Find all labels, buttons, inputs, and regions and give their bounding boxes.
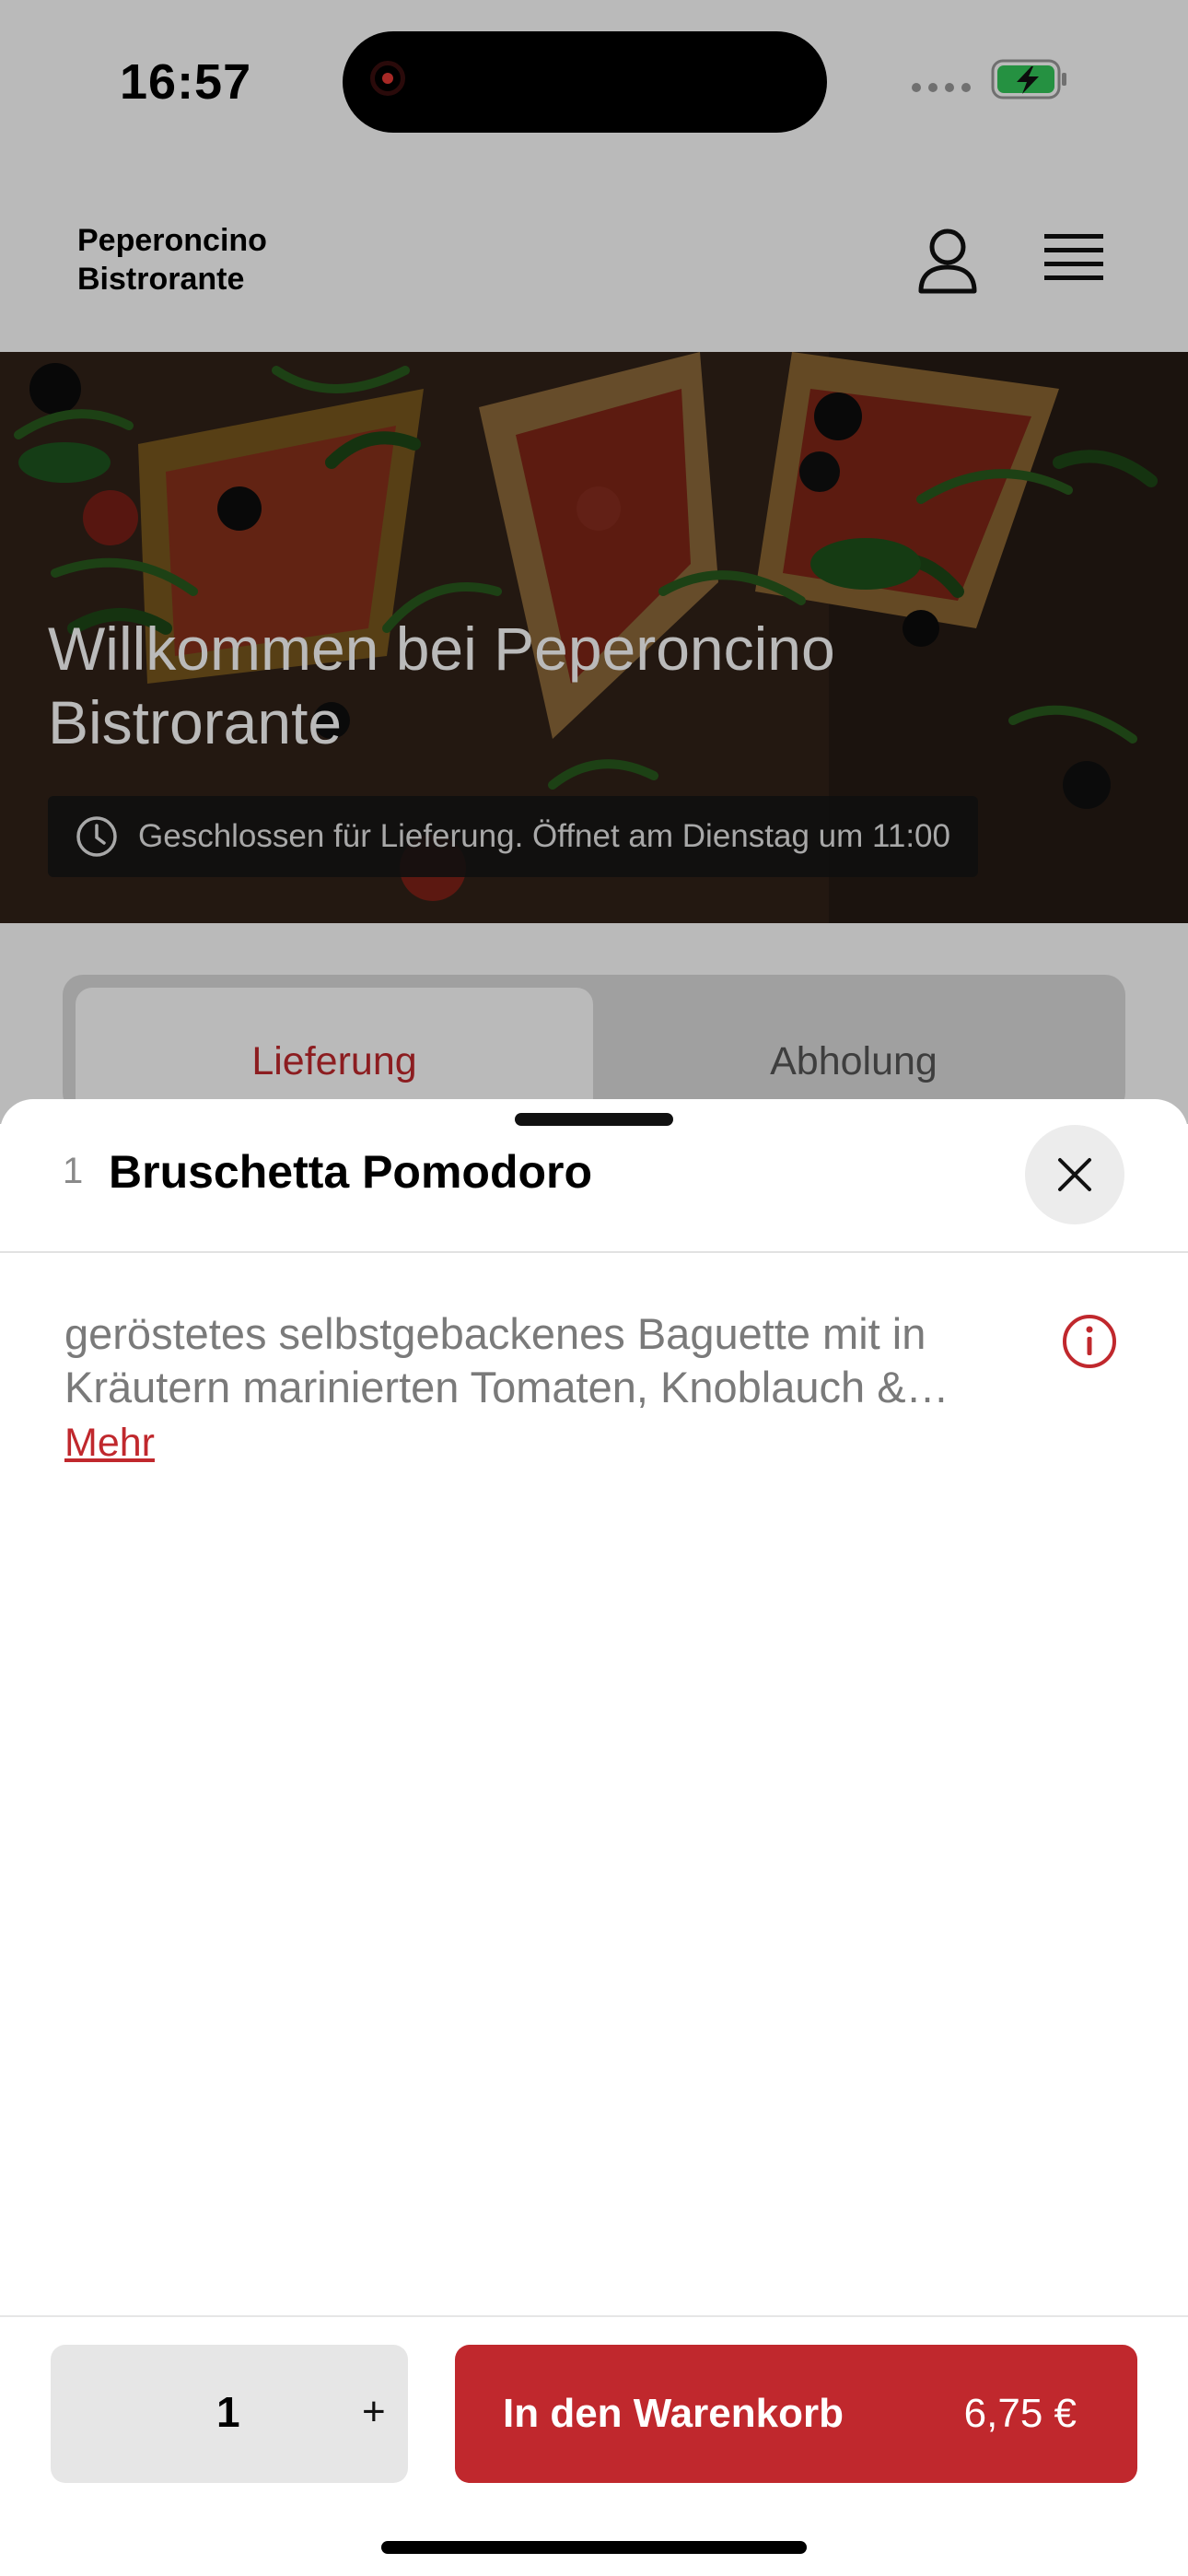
item-title: Bruschetta Pomodoro [109,1146,593,1198]
sheet-footer: 1 + In den Warenkorb 6,75 € [0,2315,1188,2576]
quantity-value: 1 [216,2388,240,2436]
add-to-cart-label: In den Warenkorb [503,2391,844,2436]
item-price: 6,75 € [963,2391,1077,2436]
add-to-cart-button[interactable]: In den Warenkorb 6,75 € [455,2345,1137,2483]
modal-backdrop[interactable] [0,0,1188,1124]
close-icon [1058,1158,1091,1191]
close-button[interactable] [1025,1125,1124,1224]
more-link[interactable]: Mehr [64,1416,155,1469]
home-indicator[interactable] [381,2541,807,2554]
item-number: 1 [63,1151,84,1191]
quantity-plus-button[interactable]: + [362,2389,386,2435]
item-description-text: geröstetes selbstgebackenes Baguette mit… [64,1309,926,1411]
product-detail-sheet: 1 Bruschetta Pomodoro geröstetes selbstg… [0,1099,1188,2576]
sheet-header: 1 Bruschetta Pomodoro [0,1099,1188,1253]
info-icon[interactable] [1061,1313,1118,1370]
quantity-stepper[interactable]: 1 + [51,2345,408,2483]
item-description: geröstetes selbstgebackenes Baguette mit… [64,1307,1041,1469]
